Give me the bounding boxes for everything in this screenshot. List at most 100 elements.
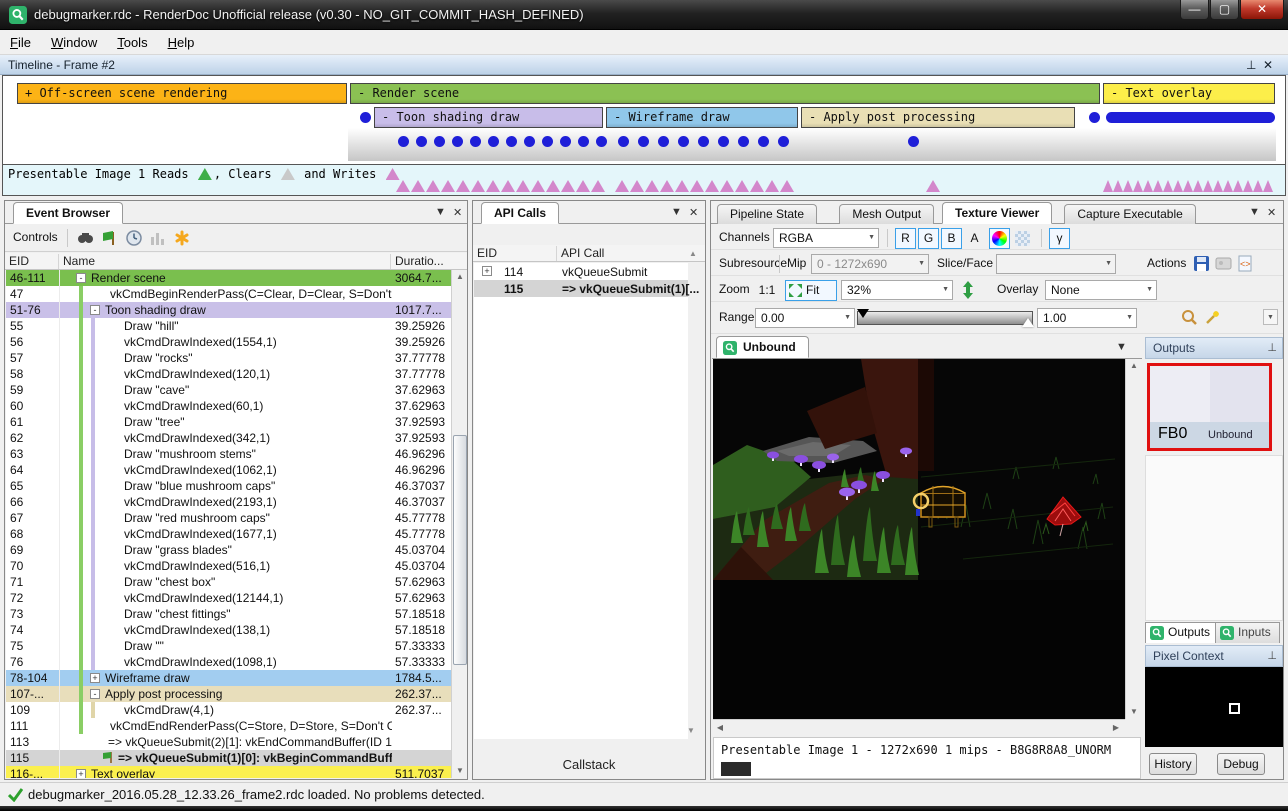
write-marker-triangle[interactable]	[750, 180, 764, 192]
close-panel-icon[interactable]: ✕	[1263, 58, 1273, 72]
tree-expander[interactable]: -	[90, 689, 100, 699]
table-row[interactable]: 115=> vkQueueSubmit(1)[0]: vkBeginComman…	[6, 750, 451, 766]
range-max-field[interactable]: 1.00	[1037, 308, 1137, 328]
write-marker-triangle[interactable]	[1143, 180, 1153, 192]
timeline-event-dot[interactable]	[398, 136, 409, 147]
pin-icon[interactable]: ⊥	[1267, 649, 1277, 662]
table-row[interactable]: 75Draw ""57.33333	[6, 638, 451, 654]
timeline-event-dot[interactable]	[542, 136, 553, 147]
write-marker-triangle[interactable]	[546, 180, 560, 192]
menu-file[interactable]: File	[0, 30, 41, 55]
table-row[interactable]: 71Draw "chest box"57.62963	[6, 574, 451, 590]
write-marker-triangle[interactable]	[1233, 180, 1243, 192]
pixel-context-view[interactable]	[1145, 667, 1283, 747]
event-browser-scrollbar[interactable]: ▲ ▼	[451, 270, 467, 778]
flip-y-icon[interactable]	[961, 281, 975, 299]
write-marker-triangle[interactable]	[471, 180, 485, 192]
tab-unbound-texture[interactable]: Unbound	[716, 336, 809, 358]
tab-texture-viewer[interactable]: Texture Viewer	[942, 202, 1052, 224]
write-marker-triangle[interactable]	[486, 180, 500, 192]
tab-pipeline-state[interactable]: Pipeline State	[717, 204, 817, 224]
zoom-fit-button[interactable]: Fit	[785, 280, 837, 301]
write-marker-triangle[interactable]	[1173, 180, 1183, 192]
write-marker-triangle[interactable]	[630, 180, 644, 192]
timeline-event-dot[interactable]	[658, 136, 669, 147]
timeline-event-dot[interactable]	[778, 136, 789, 147]
table-row[interactable]: 61Draw "tree"37.92593	[6, 414, 451, 430]
write-marker-triangle[interactable]	[735, 180, 749, 192]
timeline-event-dot[interactable]	[618, 136, 629, 147]
table-row[interactable]: 46-111-Render scene3064.7...	[6, 270, 451, 286]
write-marker-triangle[interactable]	[456, 180, 470, 192]
maximize-button[interactable]: ▢	[1210, 0, 1239, 20]
write-marker-triangle[interactable]	[926, 180, 940, 192]
write-marker-triangle[interactable]	[615, 180, 629, 192]
write-marker-triangle[interactable]	[1183, 180, 1193, 192]
write-marker-triangle[interactable]	[1153, 180, 1163, 192]
texture-display[interactable]	[713, 359, 1125, 719]
panel-menu-icon[interactable]: ▼	[1249, 206, 1260, 218]
write-marker-triangle[interactable]	[1163, 180, 1173, 192]
write-marker-triangle[interactable]	[1223, 180, 1233, 192]
menu-tools[interactable]: Tools	[107, 30, 157, 55]
table-row[interactable]: 57Draw "rocks"37.77778	[6, 350, 451, 366]
pin-icon[interactable]: ⊥	[1267, 341, 1277, 354]
table-row[interactable]: 69Draw "grass blades"45.03704	[6, 542, 451, 558]
table-row[interactable]: 109vkCmdDraw(4,1)262.37...	[6, 702, 451, 718]
write-marker-triangle[interactable]	[1253, 180, 1263, 192]
tab-event-browser[interactable]: Event Browser	[13, 202, 123, 224]
tree-expander[interactable]: -	[76, 273, 86, 283]
panel-menu-icon[interactable]: ▼	[435, 206, 446, 218]
table-row[interactable]: 47vkCmdBeginRenderPass(C=Clear, D=Clear,…	[6, 286, 451, 302]
write-marker-triangle[interactable]	[501, 180, 515, 192]
menu-help[interactable]: Help	[158, 30, 205, 55]
texture-hscrollbar[interactable]: ◀ ▶	[713, 719, 1125, 735]
tab-mesh-output[interactable]: Mesh Output	[839, 204, 934, 224]
write-marker-triangle[interactable]	[1263, 180, 1273, 192]
write-marker-triangle[interactable]	[576, 180, 590, 192]
timeline-marker-bar[interactable]: - Render scene	[350, 83, 1100, 104]
autofit-wand-icon[interactable]	[1203, 309, 1221, 327]
write-marker-triangle[interactable]	[765, 180, 779, 192]
timeline-event-capsule[interactable]	[1106, 112, 1275, 123]
timeline-event-dot[interactable]	[678, 136, 689, 147]
stats-icon[interactable]	[150, 230, 166, 246]
write-marker-triangle[interactable]	[1193, 180, 1203, 192]
timeline-event-dot[interactable]	[452, 136, 463, 147]
timeline-event-dot[interactable]	[524, 136, 535, 147]
timeline-event-dot[interactable]	[578, 136, 589, 147]
write-marker-triangle[interactable]	[441, 180, 455, 192]
pin-icon[interactable]: ⊥	[1246, 58, 1256, 72]
table-row[interactable]: 70vkCmdDrawIndexed(516,1)45.03704	[6, 558, 451, 574]
timeline-event-dot[interactable]	[434, 136, 445, 147]
table-row[interactable]: 56vkCmdDrawIndexed(1554,1)39.25926	[6, 334, 451, 350]
save-icon[interactable]	[1193, 255, 1210, 272]
table-row[interactable]: 115=> vkQueueSubmit(1)[...	[474, 280, 688, 297]
colorwheel-button[interactable]	[989, 228, 1010, 249]
write-marker-triangle[interactable]	[720, 180, 734, 192]
write-marker-triangle[interactable]	[660, 180, 674, 192]
panel-close-icon[interactable]: ✕	[453, 206, 462, 219]
table-row[interactable]: 66vkCmdDrawIndexed(2193,1)46.37037	[6, 494, 451, 510]
timeline-marker-bar[interactable]: - Text overlay	[1103, 83, 1275, 104]
table-row[interactable]: 76vkCmdDrawIndexed(1098,1)57.33333	[6, 654, 451, 670]
range-black-handle[interactable]	[857, 309, 869, 318]
write-marker-triangle[interactable]	[516, 180, 530, 192]
write-marker-triangle[interactable]	[705, 180, 719, 192]
write-marker-triangle[interactable]	[675, 180, 689, 192]
table-row[interactable]: 55Draw "hill"39.25926	[6, 318, 451, 334]
write-marker-triangle[interactable]	[1203, 180, 1213, 192]
table-row[interactable]: 62vkCmdDrawIndexed(342,1)37.92593	[6, 430, 451, 446]
timeline-event-dot[interactable]	[1089, 112, 1100, 123]
api-calls-header[interactable]: EID API Call ▲	[473, 245, 705, 262]
texture-vscrollbar[interactable]: ▲▼	[1125, 359, 1141, 719]
tab-capture-executable[interactable]: Capture Executable	[1064, 204, 1195, 224]
overlay-dropdown[interactable]: None	[1045, 280, 1157, 300]
close-button[interactable]: ✕	[1240, 0, 1284, 20]
open-code-icon[interactable]: <>	[1237, 255, 1254, 272]
timeline-event-dot[interactable]	[470, 136, 481, 147]
table-row[interactable]: 58vkCmdDrawIndexed(120,1)37.77778	[6, 366, 451, 382]
event-browser-header[interactable]: EID Name Duratio...	[5, 253, 467, 270]
timeline-event-dot[interactable]	[758, 136, 769, 147]
timeline-body[interactable]: Presentable Image 1 Reads , Clears and W…	[2, 75, 1286, 196]
